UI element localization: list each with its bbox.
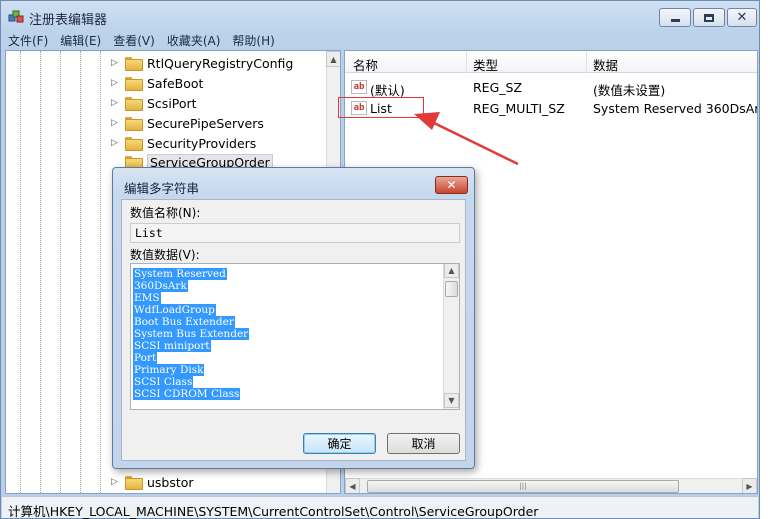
expand-arrow-icon[interactable]: ▷ (110, 477, 119, 487)
scroll-thumb[interactable]: ||| (367, 480, 679, 493)
status-bar: 计算机\HKEY_LOCAL_MACHINE\SYSTEM\CurrentCon… (2, 496, 758, 519)
list-horizontal-scrollbar[interactable]: ◀ ||| ▶ (345, 478, 757, 493)
menu-favorites[interactable]: 收藏夹(A) (161, 31, 227, 49)
data-line: WdfLoadGroup (133, 302, 249, 316)
maximize-icon (704, 13, 714, 22)
close-icon: ✕ (736, 10, 748, 25)
tree-guide-line (20, 51, 21, 493)
tree-guide-line (100, 51, 101, 493)
registry-editor-icon (8, 10, 24, 23)
ok-button[interactable]: 确定 (303, 433, 376, 454)
scroll-up-icon[interactable]: ▲ (326, 51, 340, 67)
key-path: 计算机\HKEY_LOCAL_MACHINE\SYSTEM\CurrentCon… (8, 504, 539, 519)
close-icon: ✕ (446, 178, 457, 192)
tree-item[interactable]: ▷ ScsiPort (110, 93, 197, 113)
value-data-label: 数值数据(V): (130, 248, 200, 262)
tree-guide-line (60, 51, 61, 493)
data-line: SCSI Class (133, 374, 249, 388)
folder-icon (125, 117, 143, 131)
value-data: (数值未设置) (593, 83, 666, 98)
folder-icon (125, 476, 143, 490)
tree-item-label: SecurityProviders (147, 135, 257, 151)
data-vertical-scrollbar[interactable]: ▲ ▼ (443, 264, 459, 409)
scroll-down-icon[interactable]: ▼ (444, 393, 459, 408)
data-line: System Reserved (133, 266, 249, 280)
data-line: Primary Disk (133, 362, 249, 376)
value-data-textarea[interactable]: System Reserved 360DsArk EMS WdfLoadGrou… (130, 263, 460, 410)
expand-arrow-icon[interactable]: ▷ (110, 58, 119, 68)
expand-arrow-icon[interactable]: ▷ (110, 78, 119, 88)
expand-arrow-icon[interactable]: ▷ (110, 118, 119, 128)
menu-bar: 文件(F) 编辑(E) 查看(V) 收藏夹(A) 帮助(H) (2, 31, 758, 49)
column-divider[interactable] (466, 51, 467, 73)
edit-multi-string-dialog: 编辑多字符串 ✕ 数值名称(N): List 数值数据(V): System R… (112, 167, 475, 469)
string-value-icon: ab (351, 80, 367, 94)
column-header-name[interactable]: 名称 (353, 55, 378, 74)
scroll-thumb[interactable] (445, 281, 458, 297)
minimize-button[interactable] (659, 8, 691, 27)
value-type: REG_MULTI_SZ (473, 101, 565, 116)
cancel-button[interactable]: 取消 (387, 433, 460, 454)
column-header-type[interactable]: 类型 (473, 55, 498, 74)
tree-guide-line (40, 51, 41, 493)
desktop-background (760, 0, 770, 519)
data-lines: System Reserved 360DsArk EMS WdfLoadGrou… (133, 266, 250, 400)
list-header: 名称 类型 数据 (345, 51, 757, 74)
menu-help[interactable]: 帮助(H) (226, 31, 280, 49)
scroll-left-icon[interactable]: ◀ (345, 478, 360, 493)
tree-item-label: RtlQueryRegistryConfig (147, 55, 294, 71)
value-name-label: 数值名称(N): (130, 206, 201, 220)
folder-icon (125, 57, 143, 71)
maximize-button[interactable] (693, 8, 725, 27)
column-divider[interactable] (586, 51, 587, 73)
window-title: 注册表编辑器 (29, 13, 108, 28)
annotation-highlight-box (338, 97, 424, 118)
data-line: EMS (133, 290, 249, 304)
expand-arrow-icon[interactable]: ▷ (110, 138, 119, 148)
tree-item[interactable]: ▷ SafeBoot (110, 73, 203, 93)
dialog-close-button[interactable]: ✕ (435, 176, 468, 194)
value-name-field[interactable]: List (130, 223, 460, 243)
tree-item[interactable]: ▷ SecurityProviders (110, 133, 256, 153)
list-item[interactable]: ab (默认) REG_SZ (数值未设置) (345, 77, 757, 98)
close-button[interactable]: ✕ (727, 8, 757, 27)
data-line-text: SCSI CDROM Class (133, 388, 241, 400)
menu-edit[interactable]: 编辑(E) (54, 31, 107, 49)
value-data: System Reserved 360DsArk (593, 101, 758, 116)
scroll-up-icon[interactable]: ▲ (444, 264, 459, 278)
dialog-body: 数值名称(N): List 数值数据(V): System Reserved 3… (121, 199, 466, 461)
scroll-right-icon[interactable]: ▶ (742, 478, 757, 493)
title-bar[interactable]: 注册表编辑器 ✕ (1, 1, 759, 31)
minimize-icon (670, 19, 680, 22)
tree-item-label: ScsiPort (147, 95, 197, 111)
value-type: REG_SZ (473, 80, 523, 95)
tree-item[interactable]: ▷ usbstor (110, 472, 194, 492)
tree-item-label: usbstor (147, 474, 194, 490)
menu-view[interactable]: 查看(V) (107, 31, 161, 49)
tree-item[interactable]: ▷ RtlQueryRegistryConfig (110, 53, 293, 73)
tree-item-label: SecurePipeServers (147, 115, 264, 131)
data-line: System Bus Extender (133, 326, 250, 340)
column-header-data[interactable]: 数据 (593, 55, 618, 74)
folder-icon (125, 97, 143, 111)
tree-item[interactable]: ▷ SecurePipeServers (110, 113, 264, 133)
tree-item-label: SafeBoot (147, 75, 204, 91)
expand-arrow-icon[interactable]: ▷ (110, 98, 119, 108)
tree-guide-line (80, 51, 81, 493)
folder-icon (125, 77, 143, 91)
menu-file[interactable]: 文件(F) (2, 31, 54, 49)
folder-icon (125, 137, 143, 151)
data-line: SCSI CDROM Class (133, 386, 249, 400)
data-line: Boot Bus Extender (133, 314, 249, 328)
dialog-title: 编辑多字符串 (124, 181, 200, 196)
